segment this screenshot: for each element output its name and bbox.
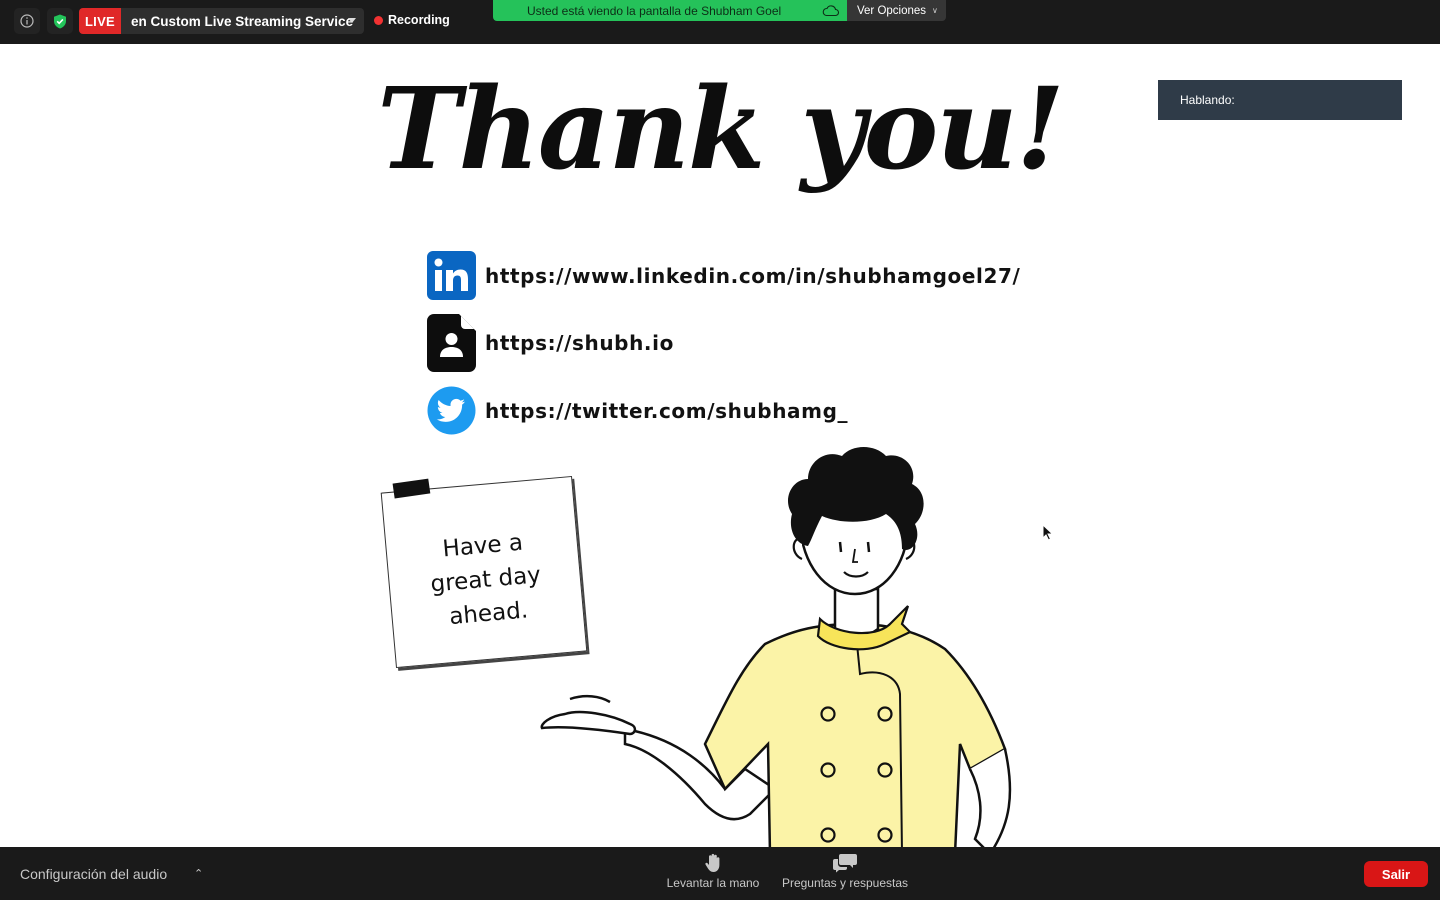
- meeting-bottom-bar: Configuración del audio ⌃ Levantar la ma…: [0, 847, 1440, 900]
- mouse-cursor-icon: [1042, 524, 1054, 541]
- twitter-icon: [427, 386, 476, 435]
- caret-down-icon: [348, 18, 356, 23]
- chef-illustration: [540, 447, 1012, 847]
- website-url: https://shubh.io: [485, 331, 674, 355]
- resume-icon: [427, 314, 476, 372]
- linkedin-icon: [427, 251, 476, 300]
- speaking-indicator: Hablando:: [1158, 80, 1402, 120]
- qa-button[interactable]: Preguntas y respuestas: [776, 851, 914, 890]
- stream-service-label: en Custom Live Streaming Service: [131, 13, 354, 29]
- twitter-url: https://twitter.com/shubhamg_: [485, 398, 849, 423]
- shared-screen: Thank you! https://www.linkedin.com/in/s…: [0, 44, 1440, 847]
- chat-bubbles-icon: [833, 854, 857, 873]
- recording-indicator[interactable]: Recording: [374, 13, 450, 27]
- shield-icon[interactable]: [47, 8, 73, 34]
- website-link-row: https://shubh.io: [427, 314, 674, 372]
- stream-service-dropdown[interactable]: en Custom Live Streaming Service: [121, 8, 364, 34]
- tape-decoration: [392, 478, 431, 499]
- view-options-label: Ver Opciones: [857, 4, 927, 17]
- share-banner-text: Usted está viendo la pantalla de Shubham…: [527, 3, 782, 18]
- hand-icon: [705, 853, 720, 872]
- cloud-icon: [822, 5, 839, 17]
- qa-label: Preguntas y respuestas: [781, 876, 909, 890]
- chevron-down-icon: ∨: [932, 6, 938, 15]
- info-icon[interactable]: [14, 8, 40, 34]
- record-dot-icon: [374, 15, 383, 25]
- live-badge[interactable]: LIVE: [79, 8, 121, 34]
- recording-label: Recording: [388, 13, 450, 27]
- view-options-button[interactable]: Ver Opciones ∨: [847, 0, 946, 21]
- twitter-link-row: https://twitter.com/shubhamg_: [427, 386, 848, 435]
- leave-button[interactable]: Salir: [1364, 861, 1428, 887]
- audio-settings-button[interactable]: Configuración del audio: [20, 866, 167, 882]
- linkedin-url: https://www.linkedin.com/in/shubhamgoel2…: [485, 263, 1021, 288]
- screen-share-banner: Usted está viendo la pantalla de Shubham…: [493, 0, 847, 21]
- caret-up-icon[interactable]: ⌃: [194, 867, 203, 880]
- raise-hand-button[interactable]: Levantar la mano: [664, 851, 762, 890]
- meeting-top-bar: LIVE en Custom Live Streaming Service Re…: [0, 0, 1440, 44]
- raise-hand-label: Levantar la mano: [666, 876, 760, 890]
- linkedin-link-row: https://www.linkedin.com/in/shubhamgoel2…: [427, 251, 1020, 300]
